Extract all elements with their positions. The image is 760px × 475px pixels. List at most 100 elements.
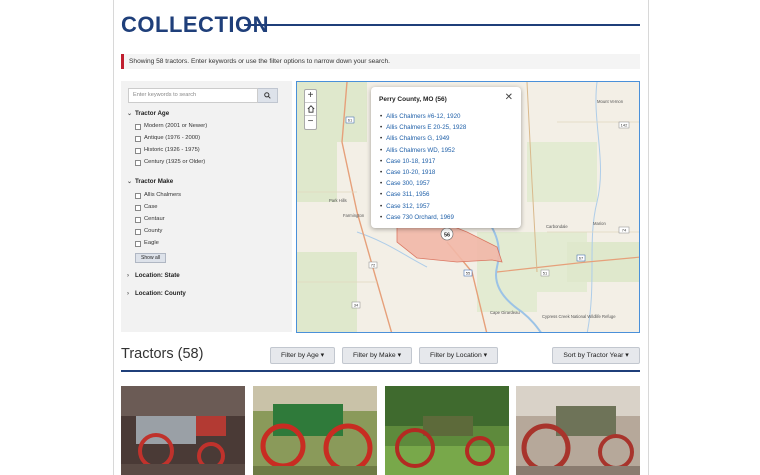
facet-location-state[interactable]: › Location: State	[127, 271, 180, 280]
cluster-marker-count: 56	[444, 233, 450, 239]
forest-area	[297, 252, 357, 332]
popup-link[interactable]: Case 730 Orchard, 1969	[386, 214, 454, 221]
svg-text:142: 142	[621, 123, 628, 128]
make-option-allis-chalmers[interactable]: Allis Chalmers	[135, 191, 181, 200]
popup-item[interactable]: • Allis Chalmers WD, 1952	[380, 145, 466, 156]
svg-text:51: 51	[543, 271, 548, 276]
make-option-case[interactable]: Case	[135, 203, 158, 212]
option-label: Antique (1976 - 2000)	[144, 135, 201, 141]
svg-text:74: 74	[622, 228, 627, 233]
svg-text:Park Hills: Park Hills	[329, 198, 347, 203]
popup-item[interactable]: • Case 300, 1957	[380, 178, 466, 189]
option-label: Eagle	[144, 240, 159, 246]
svg-text:Carbondale: Carbondale	[546, 224, 568, 229]
page-header: COLLECTION	[121, 12, 640, 38]
age-option-century[interactable]: Century (1925 or Older)	[135, 158, 205, 167]
svg-text:67: 67	[579, 256, 584, 261]
option-label: Allis Chalmers	[144, 192, 182, 198]
popup-link[interactable]: Allis Chalmers G, 1949	[386, 135, 449, 142]
checkbox[interactable]	[135, 123, 141, 130]
option-label: Centaur	[144, 216, 165, 222]
svg-text:Cypress Creek National Wildlif: Cypress Creek National Wildlife Refuge	[542, 314, 616, 319]
popup-item[interactable]: • Case 730 Orchard, 1969	[380, 212, 466, 223]
results-rule	[121, 370, 640, 372]
results-notice: Showing 58 tractors. Enter keywords or u…	[121, 54, 640, 69]
zoom-out-button[interactable]: −	[305, 116, 316, 129]
age-option-historic[interactable]: Historic (1926 - 1975)	[135, 146, 200, 155]
zoom-in-button[interactable]: +	[305, 90, 316, 103]
facet-label: Location: County	[135, 290, 186, 297]
age-option-modern[interactable]: Modern (2001 or Newer)	[135, 122, 207, 131]
tractor-thumbnail[interactable]	[385, 386, 509, 475]
popup-link[interactable]: Allis Chalmers E 20-25, 1928	[386, 124, 466, 131]
facet-tractor-age[interactable]: ⌄ Tractor Age	[127, 109, 169, 118]
popup-item[interactable]: • Case 312, 1957	[380, 201, 466, 212]
home-icon	[306, 105, 315, 113]
tractor-thumbnail[interactable]	[516, 386, 640, 475]
forest-area	[527, 142, 597, 202]
popup-title: Perry County, MO (56)	[379, 96, 447, 103]
popup-link[interactable]: Case 311, 1956	[386, 191, 429, 198]
chevron-down-icon: ⌄	[127, 179, 133, 185]
search-button[interactable]	[258, 88, 278, 103]
close-icon[interactable]: ✕	[505, 92, 513, 103]
make-option-eagle[interactable]: Eagle	[135, 239, 159, 248]
popup-link[interactable]: Case 312, 1957	[386, 203, 430, 210]
checkbox[interactable]	[135, 147, 141, 154]
collection-map[interactable]: 56 61 55 142 72 51 67 34 74 Park Hills F…	[296, 81, 640, 333]
option-label: Modern (2001 or Newer)	[144, 123, 208, 129]
tractor-photo	[121, 386, 245, 475]
popup-link[interactable]: Case 300, 1957	[386, 180, 430, 187]
tractor-thumbnail[interactable]	[253, 386, 377, 475]
sort-by-year-button[interactable]: Sort by Tractor Year ▾	[552, 347, 640, 364]
option-label: Case	[144, 204, 158, 210]
checkbox[interactable]	[135, 240, 141, 247]
popup-link[interactable]: Case 10-20, 1918	[386, 169, 435, 176]
zoom-controls: + −	[304, 89, 317, 130]
search-input[interactable]: Enter keywords to search	[128, 88, 258, 103]
checkbox[interactable]	[135, 192, 141, 199]
checkbox[interactable]	[135, 204, 141, 211]
chevron-right-icon: ›	[127, 273, 129, 279]
facet-tractor-make[interactable]: ⌄ Tractor Make	[127, 177, 173, 186]
make-option-county[interactable]: County	[135, 227, 162, 236]
make-option-centaur[interactable]: Centaur	[135, 215, 165, 224]
tractor-photo	[385, 386, 509, 475]
home-button[interactable]	[305, 103, 316, 116]
svg-text:Mount Vernon: Mount Vernon	[597, 99, 624, 104]
popup-item[interactable]: • Case 10-18, 1917	[380, 156, 466, 167]
filter-by-location-button[interactable]: Filter by Location ▾	[419, 347, 498, 364]
facet-label: Location: State	[135, 272, 180, 279]
popup-item[interactable]: • Case 10-20, 1918	[380, 167, 466, 178]
option-label: Historic (1926 - 1975)	[144, 147, 200, 153]
search-icon	[264, 92, 271, 99]
forest-area	[567, 242, 639, 282]
results-title: Tractors (58)	[121, 346, 204, 362]
tractor-thumbnail[interactable]	[121, 386, 245, 475]
popup-link[interactable]: Allis Chalmers #6-12, 1920	[386, 113, 460, 120]
map-popup: Perry County, MO (56) ✕ • Allis Chalmers …	[371, 87, 521, 228]
filter-by-make-button[interactable]: Filter by Make ▾	[342, 347, 412, 364]
option-label: Century (1925 or Older)	[144, 159, 206, 165]
checkbox[interactable]	[135, 228, 141, 235]
popup-link[interactable]: Case 10-18, 1917	[386, 158, 435, 165]
popup-item[interactable]: • Allis Chalmers #6-12, 1920	[380, 111, 466, 122]
svg-text:55: 55	[466, 271, 471, 276]
show-all-button[interactable]: Show all	[135, 253, 166, 263]
svg-text:Cape Girardeau: Cape Girardeau	[490, 310, 520, 315]
popup-link[interactable]: Allis Chalmers WD, 1952	[386, 147, 455, 154]
age-option-antique[interactable]: Antique (1976 - 2000)	[135, 134, 200, 143]
checkbox[interactable]	[135, 159, 141, 166]
popup-item[interactable]: • Allis Chalmers G, 1949	[380, 133, 466, 144]
popup-item[interactable]: • Allis Chalmers E 20-25, 1928	[380, 122, 466, 133]
title-rule	[244, 24, 640, 26]
popup-item[interactable]: • Case 311, 1956	[380, 189, 466, 200]
checkbox[interactable]	[135, 135, 141, 142]
tractor-photo	[253, 386, 377, 475]
checkbox[interactable]	[135, 216, 141, 223]
option-label: County	[144, 228, 163, 234]
search-bar: Enter keywords to search	[128, 88, 278, 103]
facet-location-county[interactable]: › Location: County	[127, 289, 186, 298]
filter-by-age-button[interactable]: Filter by Age ▾	[270, 347, 335, 364]
popup-list: • Allis Chalmers #6-12, 1920 • Allis Chalm…	[380, 111, 466, 223]
